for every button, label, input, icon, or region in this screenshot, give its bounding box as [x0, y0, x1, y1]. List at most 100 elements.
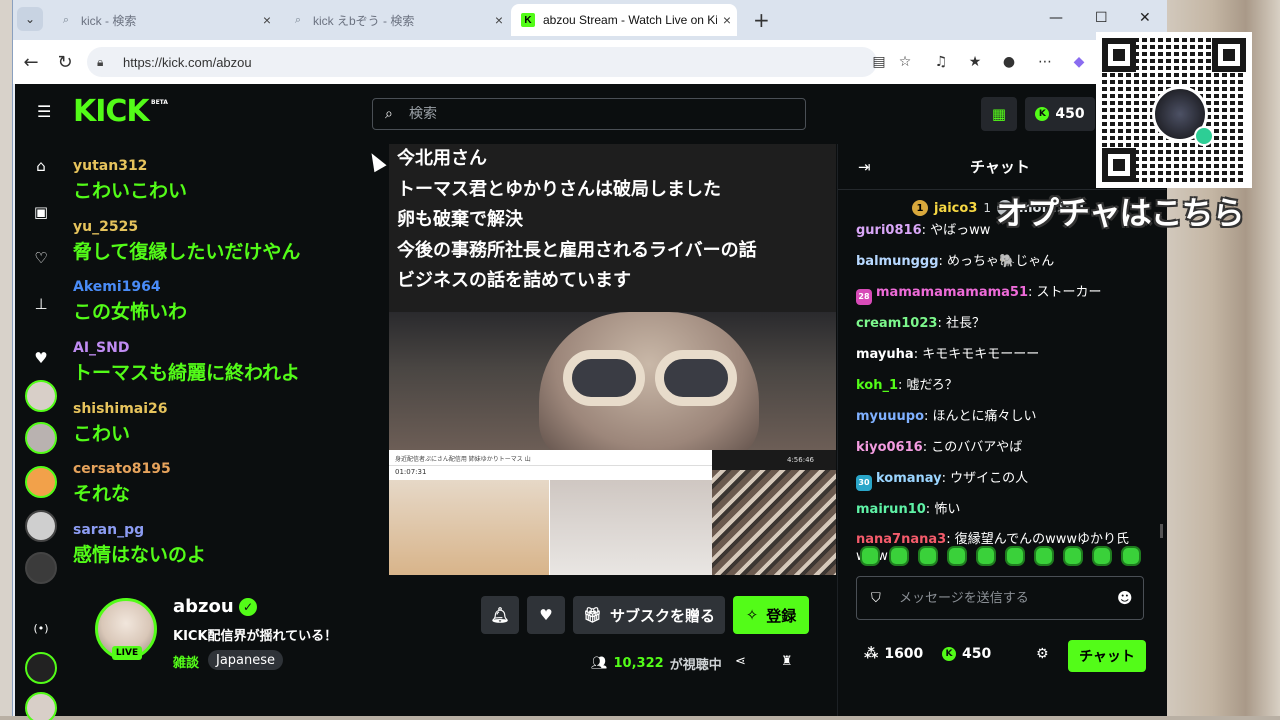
address-url[interactable]: https://kick.com/abzou	[123, 55, 252, 70]
chat-user[interactable]: cream1023	[856, 316, 937, 331]
follow-heart-button[interactable]: ♥	[527, 596, 565, 634]
chat-user[interactable]: komanay	[876, 471, 942, 486]
lock-icon: 🔒︎	[97, 54, 104, 69]
reload-icon[interactable]: ↻	[53, 50, 77, 74]
chat-message: 28 mamamamamama51: ストーカー	[856, 284, 1156, 305]
chat-scrollbar[interactable]	[1160, 524, 1163, 538]
reader-mode-icon[interactable]: ▤	[869, 52, 889, 72]
chat-user[interactable]: koh_1	[856, 378, 898, 393]
categories-icon[interactable]: ⊥	[31, 294, 51, 314]
tab-close-icon[interactable]: ×	[489, 12, 509, 28]
tab-abzou-stream[interactable]: K abzou Stream - Watch Live on Kick ×	[511, 4, 737, 36]
followed-channels-heart-icon[interactable]: ♥	[31, 348, 51, 368]
chat-message: cream1023: 社長？	[856, 316, 985, 331]
kick-logo[interactable]: KICK	[73, 94, 150, 129]
chat-input-box[interactable]: ⛉ ☻	[856, 576, 1144, 620]
embedded-page-title: 身近配信者ぷにさん配信用 姉妹ゆかりトーマス 山	[389, 450, 712, 466]
chat-user[interactable]: nana7nana3	[856, 532, 946, 547]
media-control-icon[interactable]: ♫	[931, 52, 951, 72]
chat-settings-gear-icon[interactable]: ⚙	[1036, 646, 1049, 662]
overlay-chat-text: この女怖いわ	[73, 301, 188, 323]
bell-icon: 🔔︎	[490, 606, 510, 624]
top-gifter-name[interactable]: jaico3	[934, 201, 977, 216]
chat-text: 嘘だろ？	[906, 378, 958, 393]
followed-channel-avatar[interactable]	[25, 552, 57, 584]
tab-search-ebzou[interactable]: ⌕ kick えbぞう - 検索 ×	[281, 6, 509, 34]
address-bar[interactable]: 🔒︎ https://kick.com/abzou	[87, 47, 877, 77]
emote-icon[interactable]	[1121, 546, 1141, 566]
chat-user[interactable]: mamamamamama51	[876, 285, 1028, 300]
stream-video-player[interactable]: 今北用さん トーマス君とゆかりさんは破局しました 卵も破棄で解決 今後の事務所社…	[389, 144, 836, 575]
emote-icon[interactable]	[1005, 546, 1025, 566]
followed-channel-avatar[interactable]	[25, 422, 57, 454]
send-chat-button[interactable]: チャット	[1068, 640, 1146, 672]
favorites-list-icon[interactable]: ★	[965, 52, 985, 72]
home-icon[interactable]: ⌂	[31, 156, 51, 176]
verified-check-icon: ✓	[239, 598, 257, 616]
browse-icon[interactable]: ▣	[31, 202, 51, 222]
search-box[interactable]: ⌕	[372, 98, 806, 130]
embedded-webpage: 身近配信者ぷにさん配信用 姉妹ゆかりトーマス 山 01:07:31	[389, 450, 712, 575]
kicks-balance-button[interactable]: K 450	[1025, 97, 1095, 131]
emote-icon[interactable]	[1092, 546, 1112, 566]
store-button[interactable]: ▦	[981, 97, 1017, 131]
maximize-icon[interactable]: ☐	[1095, 10, 1108, 26]
new-tab-plus-icon[interactable]: +	[753, 8, 770, 32]
overlay-chat-message: Akemi1964 この女怖いわ	[73, 279, 187, 324]
live-broadcast-icon[interactable]: (•)	[31, 618, 51, 638]
followed-channel-avatar[interactable]	[25, 466, 57, 498]
emote-icon[interactable]	[947, 546, 967, 566]
followed-channel-avatar[interactable]	[25, 510, 57, 542]
collapse-chat-icon[interactable]: ⇥	[858, 158, 871, 176]
sunglasses	[559, 350, 739, 408]
shield-icon: ⛉	[871, 590, 881, 606]
chat-user[interactable]: myuuupo	[856, 409, 924, 424]
chat-user[interactable]: guri0816	[856, 223, 922, 238]
emote-icon[interactable]	[860, 546, 880, 566]
tab-search-kick[interactable]: ⌕ kick - 検索 ×	[49, 6, 277, 34]
chat-kicks-balance[interactable]: K 450	[942, 646, 991, 662]
following-heart-icon[interactable]: ♡	[31, 248, 51, 268]
recommended-channel-avatar[interactable]	[25, 692, 57, 720]
chat-user[interactable]: mairun10	[856, 502, 926, 517]
more-options-icon[interactable]: ⋯	[1035, 52, 1055, 72]
followed-channel-avatar[interactable]	[25, 380, 57, 412]
shared-screen: 身近配信者ぷにさん配信用 姉妹ゆかりトーマス 山 01:07:31 4:56:4…	[389, 450, 836, 575]
emote-icon[interactable]	[976, 546, 996, 566]
stream-category[interactable]: 雑談	[173, 652, 199, 671]
overlay-chat-text: それな	[73, 483, 131, 505]
favorite-star-icon[interactable]: ☆	[895, 52, 915, 72]
streamer-name[interactable]: abzou	[173, 596, 234, 617]
emoji-picker-icon[interactable]: ☻	[1117, 589, 1133, 607]
subscribe-button[interactable]: ✧ 登録	[733, 596, 809, 634]
emote-icon[interactable]	[1034, 546, 1054, 566]
share-icon[interactable]: ⋖	[735, 654, 753, 672]
overlay-chat-user: shishimai26	[73, 401, 168, 417]
emote-icon[interactable]	[1063, 546, 1083, 566]
chat-user[interactable]: kiyo0616	[856, 440, 923, 455]
chat-user[interactable]: balmunggg	[856, 254, 939, 269]
tab-close-icon[interactable]: ×	[257, 12, 277, 28]
chat-user[interactable]: mayuha	[856, 347, 914, 362]
back-arrow-icon[interactable]: ←	[19, 50, 43, 74]
emote-icon[interactable]	[918, 546, 938, 566]
emote-icon[interactable]	[889, 546, 909, 566]
search-input[interactable]	[409, 106, 789, 122]
copilot-icon[interactable]: ◆	[1069, 52, 1089, 72]
profile-avatar-icon[interactable]: ●	[999, 52, 1019, 72]
chat-text: ストーカー	[1036, 285, 1102, 300]
tab-actions-menu-icon[interactable]: ⌄	[17, 7, 43, 31]
recommended-channel-avatar[interactable]	[25, 652, 57, 684]
clip-icon[interactable]: ♜	[781, 654, 799, 672]
hamburger-menu-icon[interactable]: ☰	[37, 104, 53, 120]
embedded-thumbnail	[389, 480, 549, 575]
stream-language-tag[interactable]: Japanese	[208, 650, 284, 670]
overlay-chat-text: 感情はないのよ	[73, 544, 207, 566]
chat-message-input[interactable]	[899, 590, 1109, 606]
minimize-icon[interactable]: —	[1049, 10, 1063, 26]
close-window-icon[interactable]: ✕	[1139, 10, 1151, 26]
notification-bell-button[interactable]: 🔔︎	[481, 596, 519, 634]
channel-points[interactable]: ⁂ 1600	[864, 646, 923, 662]
tab-close-icon[interactable]: ×	[717, 12, 737, 28]
gift-sub-button[interactable]: 🎁︎ サブスクを贈る	[573, 596, 725, 634]
